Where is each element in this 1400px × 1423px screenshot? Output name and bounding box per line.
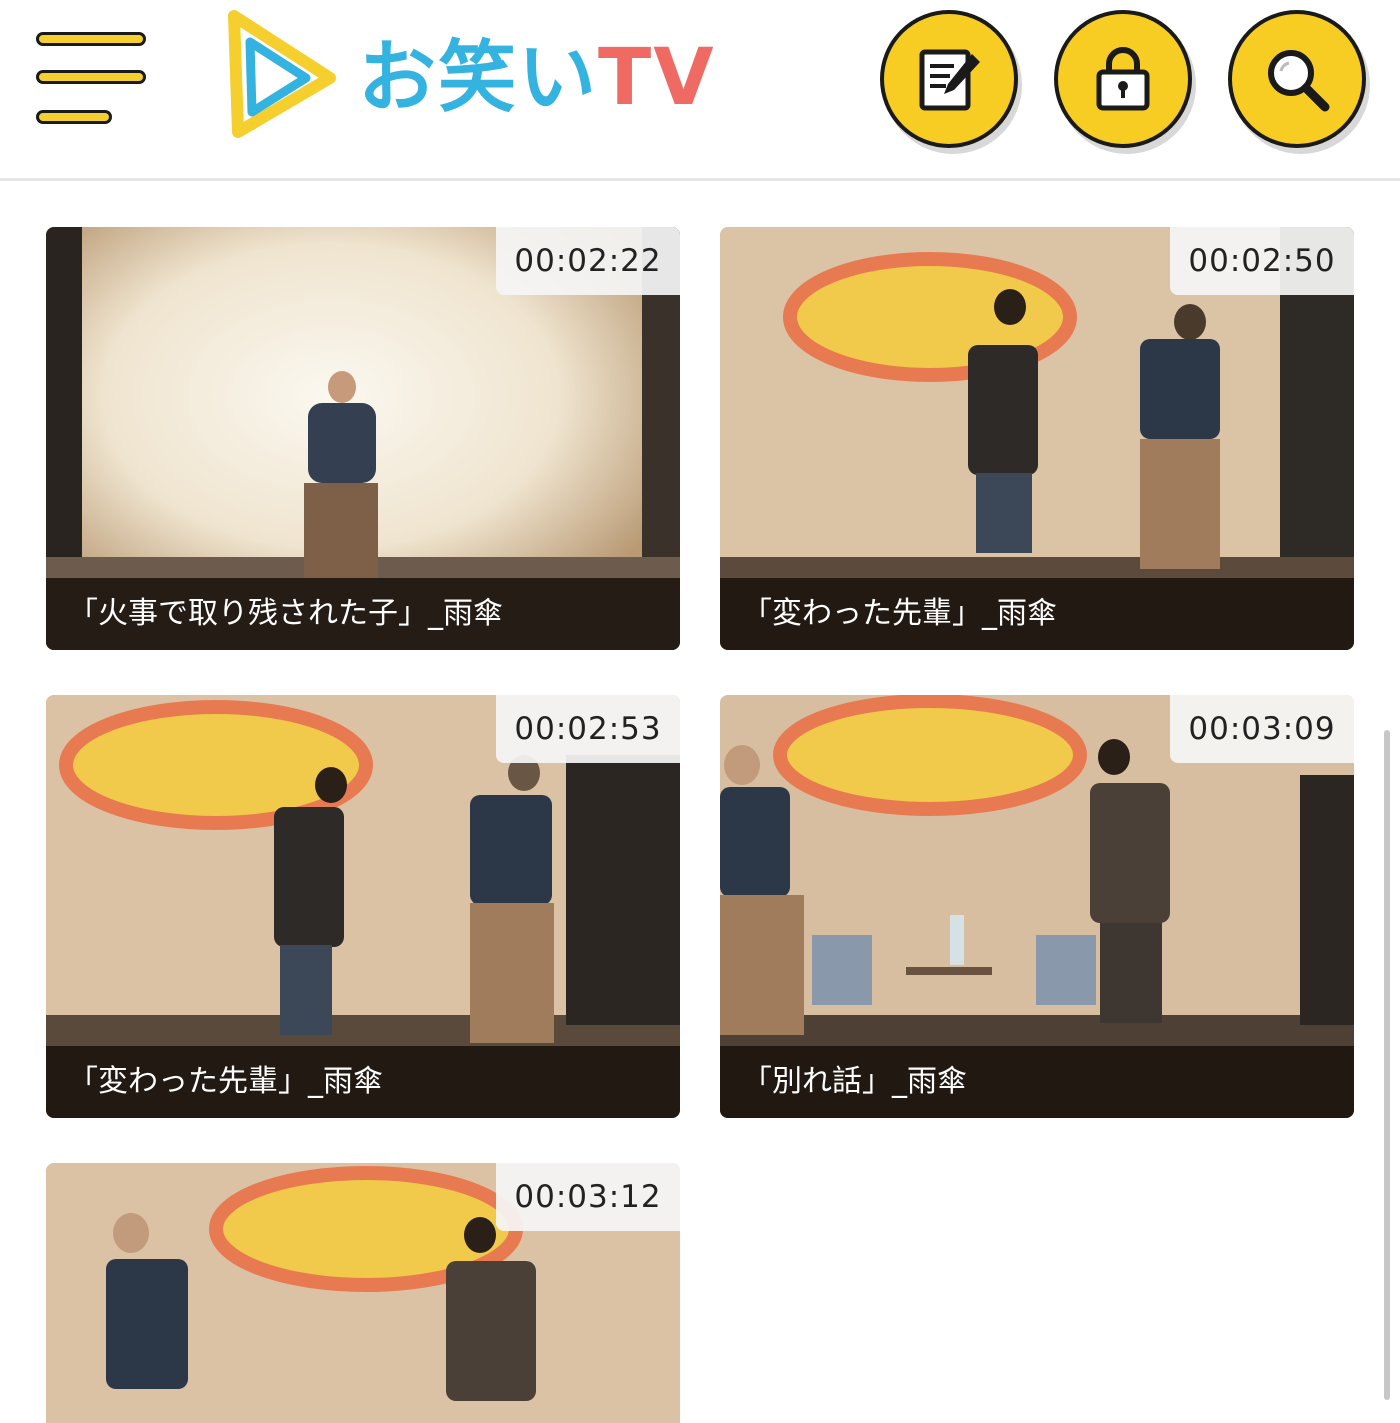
menu-icon-bar — [36, 70, 146, 84]
video-duration: 00:02:22 — [496, 227, 680, 295]
search-button[interactable] — [1228, 10, 1366, 148]
menu-icon — [36, 32, 146, 46]
logo-tv-text: TV — [598, 33, 716, 123]
hamburger-menu-button[interactable] — [36, 32, 148, 132]
video-duration: 00:02:50 — [1170, 227, 1354, 295]
search-icon — [1268, 50, 1330, 112]
site-header: お笑いTV — [0, 0, 1400, 181]
site-logo-text[interactable]: お笑いTV — [358, 28, 716, 128]
video-card[interactable]: 00:02:50 「変わった先輩」_雨傘 — [720, 227, 1354, 650]
video-card[interactable]: 00:02:22 「火事で取り残された子」_雨傘 — [46, 227, 680, 650]
video-duration: 00:03:12 — [496, 1163, 680, 1231]
edit-note-icon — [919, 49, 980, 111]
lock-icon — [1096, 47, 1150, 111]
video-duration: 00:02:53 — [496, 695, 680, 763]
video-card[interactable]: 00:03:09 「別れ話」_雨傘 — [720, 695, 1354, 1118]
video-title[interactable]: 「別れ話」_雨傘 — [720, 1046, 1354, 1118]
edit-button[interactable] — [880, 10, 1018, 148]
menu-icon-bar — [36, 110, 112, 124]
play-logo-icon[interactable] — [222, 8, 342, 138]
scrollbar[interactable] — [1384, 730, 1390, 1400]
login-button[interactable] — [1054, 10, 1192, 148]
video-title[interactable]: 「変わった先輩」_雨傘 — [720, 578, 1354, 650]
video-title[interactable]: 「火事で取り残された子」_雨傘 — [46, 578, 680, 650]
logo-jp-text: お笑い — [358, 33, 599, 123]
video-card[interactable]: 00:03:12 — [46, 1163, 680, 1423]
video-title[interactable]: 「変わった先輩」_雨傘 — [46, 1046, 680, 1118]
video-card[interactable]: 00:02:53 「変わった先輩」_雨傘 — [46, 695, 680, 1118]
video-duration: 00:03:09 — [1170, 695, 1354, 763]
